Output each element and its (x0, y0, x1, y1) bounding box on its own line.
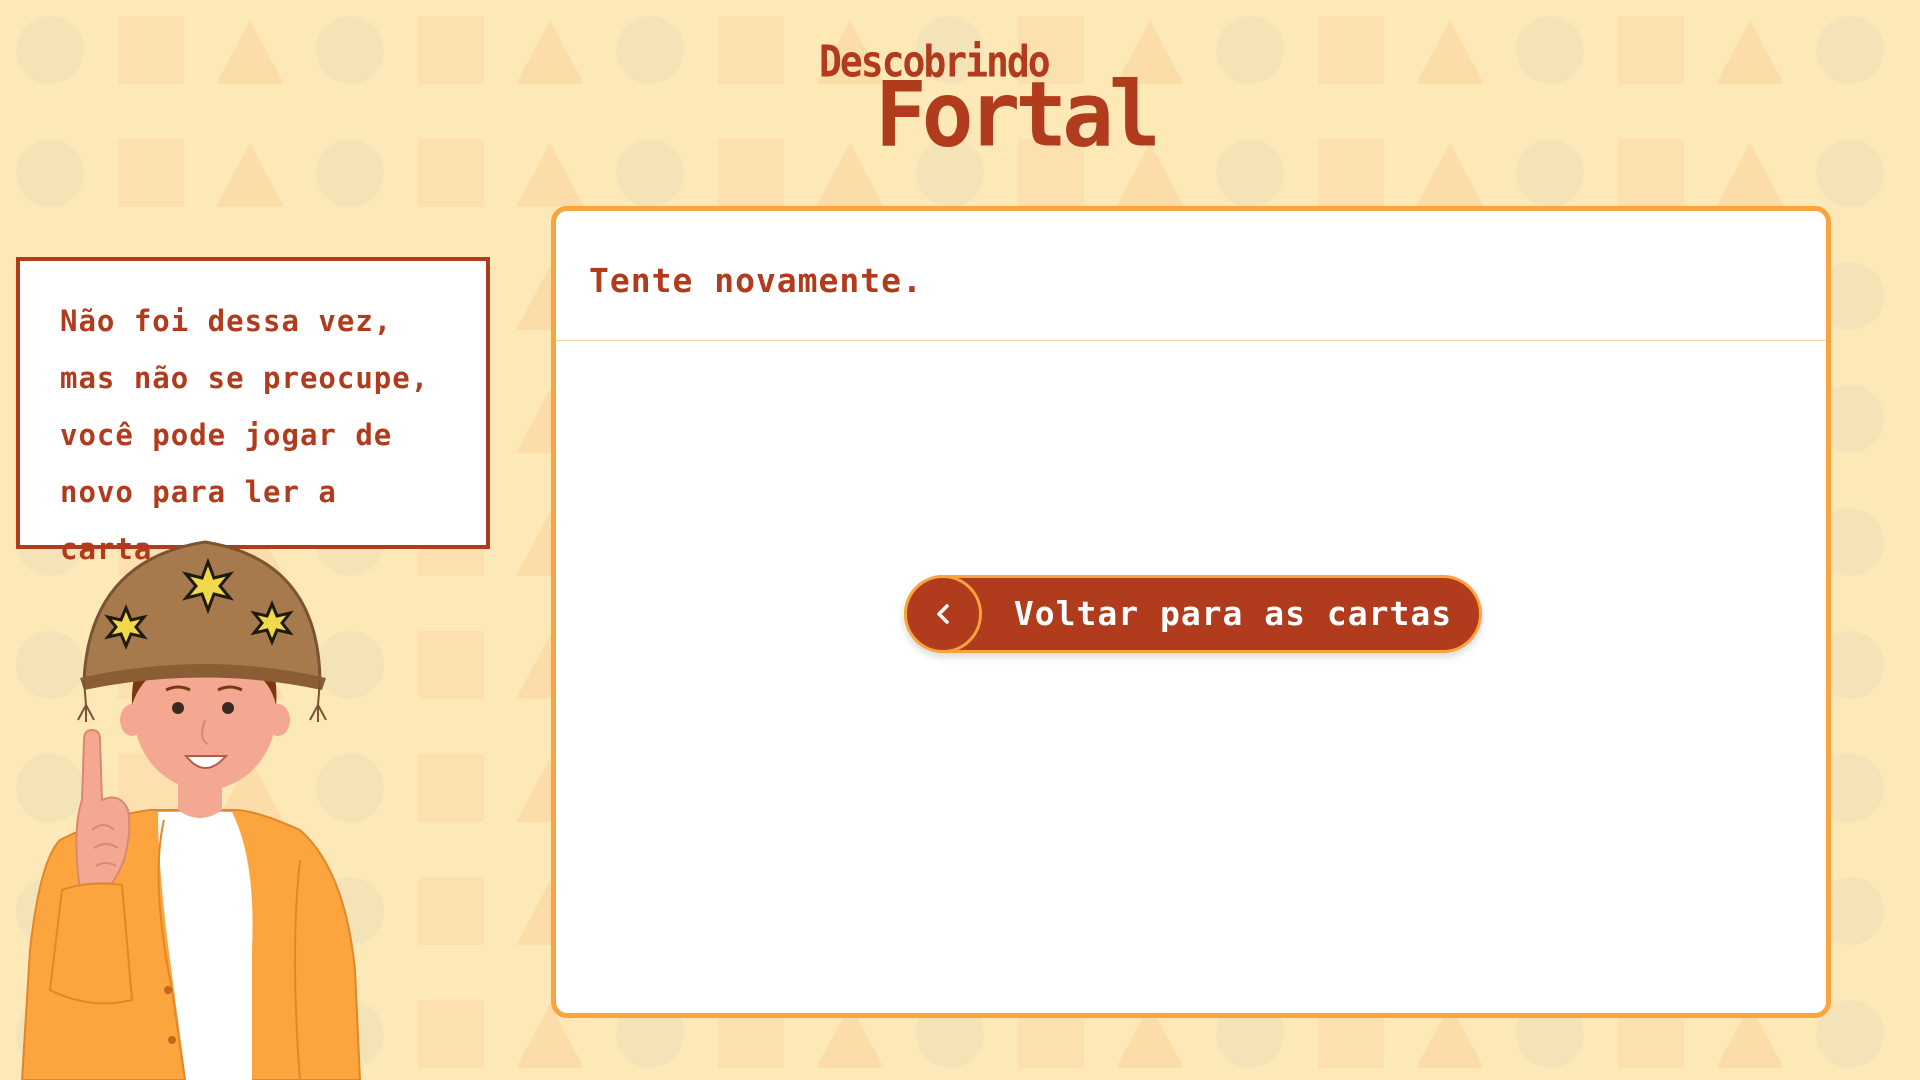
pattern-square (418, 877, 484, 945)
card-title: Tente novamente. (589, 261, 923, 300)
card-header: Tente novamente. (556, 211, 1826, 341)
pattern-triangle (1416, 143, 1484, 207)
pattern-circle (1216, 139, 1284, 207)
pattern-square (118, 16, 184, 84)
pattern-square (418, 754, 484, 822)
logo-title: Fortal (875, 62, 1161, 168)
pattern-circle (616, 139, 684, 207)
pattern-square (1318, 16, 1384, 84)
chevron-left-icon (904, 575, 982, 653)
character-illustration (20, 540, 362, 1080)
pattern-square (418, 1000, 484, 1068)
pattern-square (1318, 139, 1384, 207)
pattern-square (418, 139, 484, 207)
pattern-square (418, 16, 484, 84)
back-to-cards-button[interactable]: Voltar para as cartas (904, 575, 1482, 653)
pattern-triangle (1716, 20, 1784, 84)
pattern-triangle (1416, 20, 1484, 84)
pattern-circle (16, 16, 84, 84)
pattern-triangle (216, 143, 284, 207)
pattern-triangle (516, 20, 584, 84)
pattern-square (718, 139, 784, 207)
result-card: Tente novamente. Voltar para as cartas (551, 206, 1831, 1018)
pattern-triangle (216, 20, 284, 84)
pattern-square (118, 139, 184, 207)
pattern-square (418, 631, 484, 699)
pattern-square (1618, 139, 1684, 207)
back-button-label: Voltar para as cartas (1013, 594, 1453, 633)
pattern-circle (616, 16, 684, 84)
pattern-square (718, 16, 784, 84)
pattern-circle (316, 139, 384, 207)
pattern-triangle (516, 143, 584, 207)
pattern-square (1618, 16, 1684, 84)
pattern-triangle (1716, 143, 1784, 207)
pattern-circle (1816, 139, 1884, 207)
speech-bubble: Não foi dessa vez, mas não se preocupe, … (16, 257, 490, 566)
app-logo: Descobrindo Fortal (819, 36, 1161, 166)
pattern-circle (1816, 16, 1884, 84)
pattern-circle (316, 16, 384, 84)
pattern-circle (16, 139, 84, 207)
pattern-circle (1516, 139, 1584, 207)
pattern-circle (1216, 16, 1284, 84)
pattern-circle (1516, 16, 1584, 84)
